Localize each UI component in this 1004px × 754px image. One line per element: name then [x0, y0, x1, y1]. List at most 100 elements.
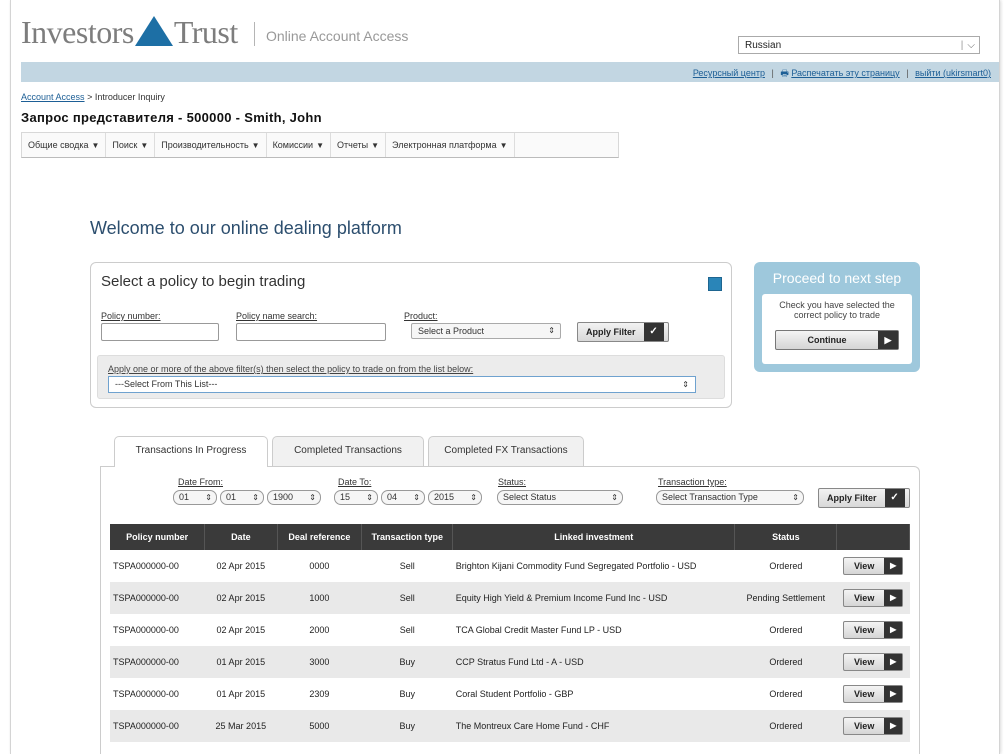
view-button[interactable]: View ▶ — [843, 589, 904, 607]
next-step-title: Proceed to next step — [772, 270, 902, 286]
table-row: TSPA000000-00 02 Apr 2015 2000 Sell TCA … — [110, 614, 910, 646]
view-button[interactable]: View ▶ — [843, 621, 904, 639]
view-button[interactable]: View ▶ — [843, 653, 904, 671]
view-button[interactable]: View ▶ — [843, 557, 904, 575]
product-select[interactable]: Select a Product ⇕ — [411, 323, 561, 339]
col-linked-investment[interactable]: Linked investment — [452, 524, 736, 550]
updown-icon: ⇕ — [366, 493, 373, 502]
updown-icon: ⇕ — [611, 493, 618, 502]
top-bar: Ресурсный центр | 🖶 Распечатать эту стра… — [21, 62, 999, 82]
investors-trust-logo[interactable]: Investors Trust — [21, 14, 238, 51]
logo-divider — [254, 22, 255, 46]
updown-icon: ⇕ — [309, 493, 316, 502]
logout-link[interactable]: выйти (ukirsmart0) — [915, 68, 991, 78]
table-header-row: Policy number Date Deal reference Transa… — [110, 524, 910, 550]
main-menu: Общие сводка ▼ Поиск ▼ Производительность ▼… — [21, 132, 619, 158]
printer-icon: 🖶 — [780, 68, 789, 78]
date-from-year[interactable]: 1900 ⇕ — [267, 490, 321, 505]
info-icon[interactable] — [708, 277, 722, 291]
updown-icon: ⇕ — [413, 493, 420, 502]
play-arrow-icon: ▶ — [884, 622, 903, 638]
updown-icon: ⇕ — [252, 493, 259, 502]
date-from-label: Date From: — [178, 477, 224, 487]
table-row: TSPA000000-00 02 Apr 2015 1000 Sell Equi… — [110, 582, 910, 614]
col-deal-reference[interactable]: Deal reference — [277, 524, 363, 550]
col-policy-number[interactable]: Policy number — [110, 524, 206, 550]
chevron-down-icon: ▼ — [316, 141, 325, 150]
updown-icon: ⇕ — [470, 493, 477, 502]
date-from-month[interactable]: 01 ⇕ — [220, 490, 264, 505]
policy-name-label: Policy name search: — [236, 311, 318, 321]
play-arrow-icon: ▶ — [884, 558, 903, 574]
policy-select-panel: Select a policy to begin trading Policy … — [90, 262, 732, 408]
menu-e-platform[interactable]: Электронная платформа ▼ — [386, 133, 515, 157]
top-links: Ресурсный центр | 🖶 Распечатать эту стра… — [692, 68, 991, 78]
logo-triangle-icon — [134, 15, 173, 46]
date-to-month[interactable]: 04 ⇕ — [381, 490, 425, 505]
next-step-text: Check you have selected the correct poli… — [779, 300, 895, 320]
tab-completed-fx-transactions[interactable]: Completed FX Transactions — [428, 436, 584, 466]
policy-number-input[interactable] — [101, 323, 219, 341]
menu-performance[interactable]: Производительность ▼ — [155, 133, 267, 157]
menu-search[interactable]: Поиск ▼ — [106, 133, 156, 157]
transactions-table: Policy number Date Deal reference Transa… — [110, 524, 910, 742]
col-actions — [836, 524, 910, 550]
page-title: Запрос представителя - 500000 - Smith, J… — [21, 110, 322, 125]
status-label: Status: — [498, 477, 527, 487]
menu-summary[interactable]: Общие сводка ▼ — [22, 133, 107, 157]
updown-icon: ⇕ — [792, 493, 799, 502]
play-arrow-icon: ▶ — [884, 590, 903, 606]
chevron-down-icon: ▼ — [499, 141, 508, 150]
policy-list-select[interactable]: ---Select From This List--- ⇕ — [108, 376, 696, 393]
policy-list-area: Apply one or more of the above filter(s)… — [97, 355, 725, 399]
policy-number-label: Policy number: — [101, 311, 161, 321]
col-transaction-type[interactable]: Transaction type — [361, 524, 454, 550]
tagline: Online Account Access — [266, 28, 409, 44]
table-row: TSPA000000-00 01 Apr 2015 2309 Buy Coral… — [110, 678, 910, 710]
chevron-down-icon: ▼ — [251, 141, 260, 150]
next-step-inner: Check you have selected the correct poli… — [762, 294, 912, 364]
col-date[interactable]: Date — [204, 524, 278, 550]
date-to-label: Date To: — [338, 477, 372, 487]
chevron-down-icon: ⌵ — [961, 37, 975, 55]
resource-center-link[interactable]: Ресурсный центр — [693, 68, 765, 78]
breadcrumb-account-access[interactable]: Account Access — [21, 92, 85, 102]
table-row: TSPA000000-00 25 Mar 2015 5000 Buy The M… — [110, 710, 910, 742]
updown-icon: ⇕ — [682, 380, 689, 389]
date-to-year[interactable]: 2015 ⇕ — [428, 490, 482, 505]
continue-button[interactable]: Continue ▶ — [775, 330, 899, 350]
transaction-type-label: Transaction type: — [658, 477, 727, 487]
apply-transaction-filter-button[interactable]: Apply Filter ✓ — [818, 488, 910, 508]
chevron-down-icon: ▼ — [371, 141, 380, 150]
menu-reports[interactable]: Отчеты ▼ — [331, 133, 387, 157]
status-select[interactable]: Select Status ⇕ — [497, 490, 623, 505]
transaction-type-select[interactable]: Select Transaction Type ⇕ — [656, 490, 804, 505]
breadcrumb-current: Introducer Inquiry — [94, 92, 165, 102]
menu-commissions[interactable]: Комиссии ▼ — [267, 133, 332, 157]
policy-panel-title: Select a policy to begin trading — [101, 273, 306, 290]
updown-icon: ⇕ — [205, 493, 212, 502]
policy-name-input[interactable] — [236, 323, 386, 341]
updown-icon: ⇕ — [548, 326, 555, 335]
play-arrow-icon: ▶ — [884, 686, 903, 702]
checkmark-icon: ✓ — [884, 489, 905, 507]
play-arrow-icon: ▶ — [884, 718, 903, 734]
col-status[interactable]: Status — [734, 524, 838, 550]
language-select[interactable]: Russian ⌵ — [738, 36, 980, 54]
date-from-day[interactable]: 01 ⇕ — [173, 490, 217, 505]
tab-transactions-in-progress[interactable]: Transactions In Progress — [114, 436, 268, 467]
chevron-down-icon: ▼ — [91, 141, 100, 150]
print-page-link[interactable]: Распечатать эту страницу — [791, 68, 899, 78]
play-arrow-icon: ▶ — [878, 331, 898, 349]
view-button[interactable]: View ▶ — [843, 685, 904, 703]
chevron-down-icon: ▼ — [140, 141, 149, 150]
table-row: TSPA000000-00 01 Apr 2015 3000 Buy CCP S… — [110, 646, 910, 678]
date-to-day[interactable]: 15 ⇕ — [334, 490, 378, 505]
breadcrumb: Account Access > Introducer Inquiry — [21, 92, 165, 102]
view-button[interactable]: View ▶ — [843, 717, 904, 735]
product-label: Product: — [404, 311, 438, 321]
tab-completed-transactions[interactable]: Completed Transactions — [272, 436, 424, 466]
next-step-panel: Proceed to next step Check you have sele… — [754, 262, 920, 372]
table-row: TSPA000000-00 02 Apr 2015 0000 Sell Brig… — [110, 550, 910, 582]
apply-filter-button[interactable]: Apply Filter ✓ — [577, 322, 669, 342]
